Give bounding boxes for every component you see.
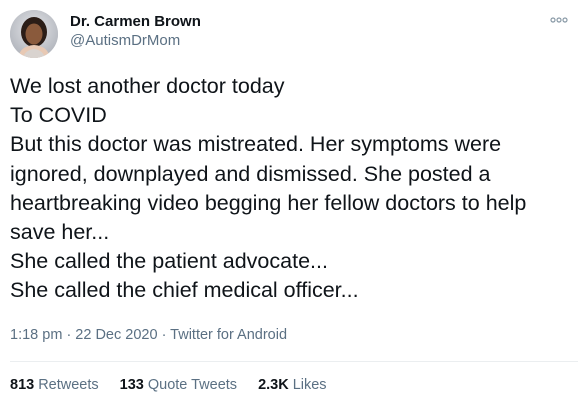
tweet-text-line: To COVID (10, 103, 107, 128)
tweet-stats: 813 Retweets 133 Quote Tweets 2.3K Likes (10, 377, 348, 393)
tweet-text-line: She called the patient advocate... (10, 249, 328, 274)
likes-label: Likes (292, 377, 327, 393)
tweet-time[interactable]: 1:18 pm (10, 327, 62, 343)
tweet-text-line: save her... (10, 220, 110, 245)
avatar[interactable] (10, 10, 58, 58)
author-handle[interactable]: @AutismDrMom (70, 31, 201, 51)
tweet-source[interactable]: Twitter for Android (170, 327, 287, 343)
tweet-text-line: She called the chief medical officer... (10, 278, 359, 303)
quote-tweets-count: 133 (119, 377, 144, 393)
author-display-name[interactable]: Dr. Carmen Brown (70, 13, 201, 31)
more-options-icon (550, 17, 568, 23)
quote-tweets-label: Quote Tweets (147, 377, 238, 393)
more-options-button[interactable] (547, 10, 571, 30)
retweets-stat[interactable]: 813 Retweets (10, 377, 99, 393)
tweet-date[interactable]: 22 Dec 2020 (75, 327, 157, 343)
tweet-text-line: But this doctor was mistreated. Her symp… (10, 132, 502, 157)
likes-stat[interactable]: 2.3K Likes (258, 377, 327, 393)
divider (10, 361, 578, 362)
quote-tweets-stat[interactable]: 133 Quote Tweets (120, 377, 237, 393)
tweet-text-line: heartbreaking video begging her fellow d… (10, 190, 527, 215)
tweet-text: We lost another doctor today To COVID Bu… (10, 72, 576, 306)
tweet-text-line: We lost another doctor today (10, 74, 285, 98)
meta-separator: · (66, 327, 76, 343)
tweet-card: Dr. Carmen Brown @AutismDrMom We lost an… (0, 0, 585, 407)
retweets-label: Retweets (38, 377, 99, 393)
tweet-text-line: ignored, downplayed and dismissed. She p… (10, 161, 491, 186)
tweet-metadata: 1:18 pm · 22 Dec 2020 · Twitter for Andr… (10, 327, 287, 343)
profile-photo-icon (10, 10, 58, 58)
author-info: Dr. Carmen Brown @AutismDrMom (70, 13, 201, 51)
meta-separator: · (161, 327, 171, 343)
retweets-count: 813 (10, 377, 35, 393)
likes-count: 2.3K (258, 377, 289, 393)
